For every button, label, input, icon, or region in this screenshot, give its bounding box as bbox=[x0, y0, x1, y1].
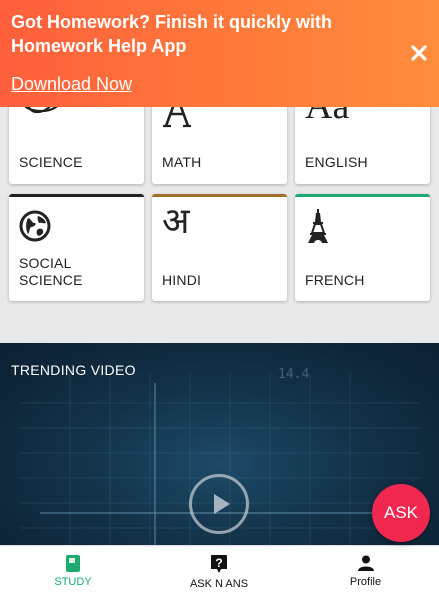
subject-card-hindi[interactable]: अ HINDI bbox=[152, 194, 287, 301]
subject-card-french[interactable]: FRENCH bbox=[295, 194, 430, 301]
nav-label-profile: Profile bbox=[349, 576, 382, 588]
bottom-navigation: STUDY ? ASK N ANS Profile bbox=[0, 545, 439, 600]
nav-label-ask-n-ans: ASK N ANS bbox=[189, 578, 249, 590]
trending-video-title: TRENDING VIDEO bbox=[11, 362, 136, 378]
subject-label: FRENCH bbox=[305, 272, 365, 288]
download-banner: Got Homework? Finish it quickly with Hom… bbox=[0, 0, 439, 107]
banner-title: Got Homework? Finish it quickly with Hom… bbox=[11, 12, 333, 56]
nav-item-profile[interactable]: Profile bbox=[292, 546, 439, 600]
subject-label: ENGLISH bbox=[305, 154, 368, 170]
subject-label: HINDI bbox=[162, 272, 202, 288]
card-accent-bar bbox=[295, 194, 430, 197]
svg-text:?: ? bbox=[215, 556, 222, 570]
subject-label: MATH bbox=[162, 154, 202, 170]
subject-label: SOCIAL SCIENCE bbox=[19, 255, 83, 288]
video-overlay-text: 14.4 bbox=[278, 367, 310, 382]
nav-label-study: STUDY bbox=[54, 576, 92, 588]
close-icon[interactable] bbox=[408, 42, 430, 64]
book-icon bbox=[66, 555, 80, 577]
download-now-link[interactable]: Download Now bbox=[11, 73, 132, 95]
play-icon[interactable] bbox=[189, 474, 249, 534]
person-icon bbox=[357, 555, 374, 576]
nav-item-study[interactable]: STUDY bbox=[0, 546, 146, 600]
card-accent-bar bbox=[152, 194, 287, 197]
subject-card-social-science[interactable]: SOCIAL SCIENCE bbox=[9, 194, 144, 301]
subject-label: SCIENCE bbox=[19, 154, 83, 170]
eiffel-tower-icon bbox=[305, 208, 331, 249]
card-accent-bar bbox=[9, 194, 144, 197]
question-icon: ? bbox=[211, 555, 227, 578]
ask-button[interactable]: ASK bbox=[372, 484, 430, 542]
nav-item-ask-n-ans[interactable]: ? ASK N ANS bbox=[146, 546, 292, 600]
devanagari-a-icon: अ bbox=[162, 201, 190, 242]
globe-icon bbox=[19, 210, 51, 247]
